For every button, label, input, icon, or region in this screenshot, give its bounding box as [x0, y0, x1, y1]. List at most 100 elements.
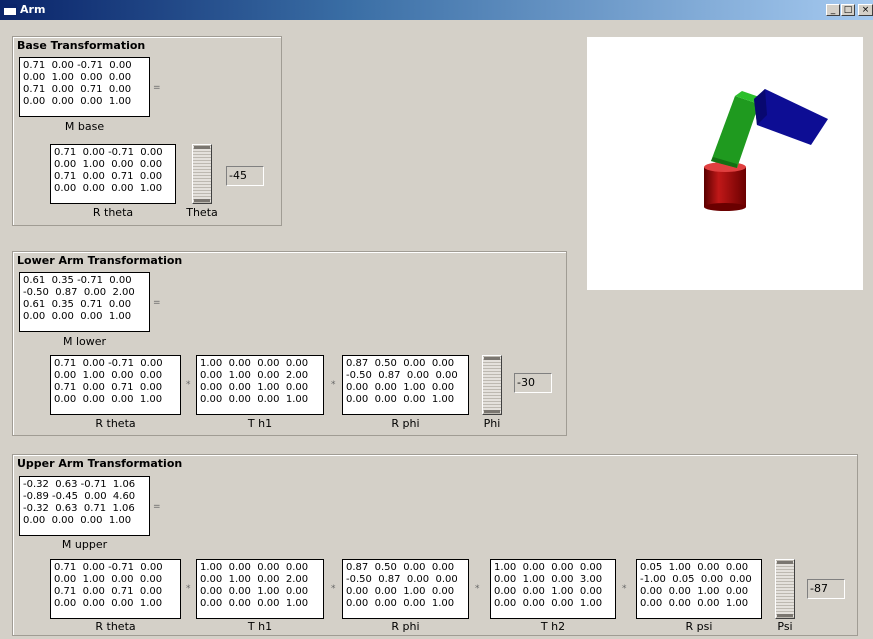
matrix-row: 0.00 0.00 0.00 1.00 [54, 598, 163, 609]
lower-panel-title: Lower Arm Transformation [17, 254, 183, 267]
matrix-row: 0.00 0.00 1.00 0.00 [640, 586, 749, 597]
matrix-row: 0.00 0.00 1.00 0.00 [494, 586, 603, 597]
multiply-sign: * [331, 380, 336, 390]
multiply-sign: * [475, 584, 480, 594]
base-panel-title: Base Transformation [17, 39, 146, 52]
equals-sign: = [153, 502, 161, 512]
r-phi-label: R phi [391, 620, 420, 633]
matrix-row: 0.61 0.35 0.71 0.00 [23, 299, 132, 310]
r-theta-label: R theta [95, 620, 136, 633]
matrix-row: 0.00 1.00 0.00 3.00 [494, 574, 603, 585]
r-phi-matrix: 0.87 0.50 0.00 0.00 -0.50 0.87 0.00 0.00 0… [342, 355, 469, 415]
matrix-row: 0.00 0.00 0.00 1.00 [23, 515, 132, 526]
t-h1-matrix: 1.00 0.00 0.00 0.00 0.00 1.00 0.00 2.00 0.… [196, 355, 324, 415]
m-upper-matrix: -0.32 0.63 -0.71 1.06 -0.89 -0.45 0.00 4.… [19, 476, 150, 536]
matrix-row: 0.00 0.00 0.00 1.00 [200, 394, 309, 405]
r-phi-matrix: 0.87 0.50 0.00 0.00 -0.50 0.87 0.00 0.00 0… [342, 559, 469, 619]
matrix-row: -0.32 0.63 0.71 1.06 [23, 503, 135, 514]
base-cylinder [704, 162, 746, 211]
matrix-row: 0.00 0.00 0.00 1.00 [346, 598, 455, 609]
matrix-row: 0.87 0.50 0.00 0.00 [346, 358, 455, 369]
m-base-matrix: 0.71 0.00 -0.71 0.00 0.00 1.00 0.00 0.00 0… [19, 57, 150, 117]
matrix-row: 0.00 0.00 0.00 1.00 [200, 598, 309, 609]
matrix-row: 0.00 0.00 0.00 1.00 [54, 183, 163, 194]
matrix-row: 0.00 0.00 1.00 0.00 [200, 586, 309, 597]
r-phi-label: R phi [391, 417, 420, 430]
psi-slider-label: Psi [777, 620, 793, 633]
matrix-row: 0.00 0.00 0.00 1.00 [640, 598, 749, 609]
t-h1-matrix: 1.00 0.00 0.00 0.00 0.00 1.00 0.00 2.00 0.… [196, 559, 324, 619]
base-transformation-panel: Base Transformation 0.71 0.00 -0.71 0.00… [12, 36, 282, 226]
matrix-row: 0.00 0.00 0.00 1.00 [23, 96, 132, 107]
window-icon [3, 4, 17, 16]
matrix-row: 0.87 0.50 0.00 0.00 [346, 562, 455, 573]
r-theta-matrix: 0.71 0.00 -0.71 0.00 0.00 1.00 0.00 0.00 0… [50, 355, 181, 415]
matrix-row: 0.00 0.00 0.00 1.00 [346, 394, 455, 405]
matrix-row: -0.50 0.87 0.00 2.00 [23, 287, 135, 298]
matrix-row: 0.05 1.00 0.00 0.00 [640, 562, 749, 573]
window-title: Arm [20, 3, 46, 16]
r-psi-label: R psi [685, 620, 713, 633]
matrix-row: -0.32 0.63 -0.71 1.06 [23, 479, 136, 490]
matrix-row: 0.00 1.00 0.00 0.00 [54, 370, 163, 381]
matrix-row: 0.00 0.00 1.00 0.00 [346, 586, 455, 597]
matrix-row: 0.00 0.00 1.00 0.00 [200, 382, 309, 393]
upper-panel-title: Upper Arm Transformation [17, 457, 183, 470]
matrix-row: 0.71 0.00 -0.71 0.00 [54, 358, 163, 369]
multiply-sign: * [186, 380, 191, 390]
matrix-row: 0.71 0.00 0.71 0.00 [54, 586, 163, 597]
matrix-row: -1.00 0.05 0.00 0.00 [640, 574, 752, 585]
arm-render [704, 89, 828, 211]
equals-sign: = [153, 298, 161, 308]
upper-arm [754, 89, 828, 145]
matrix-row: 0.00 0.00 0.00 1.00 [494, 598, 603, 609]
matrix-row: 1.00 0.00 0.00 0.00 [494, 562, 603, 573]
theta-value-field[interactable]: -45 [226, 166, 264, 186]
multiply-sign: * [331, 584, 336, 594]
matrix-row: 0.00 1.00 0.00 2.00 [200, 370, 309, 381]
m-lower-matrix: 0.61 0.35 -0.71 0.00 -0.50 0.87 0.00 2.00… [19, 272, 150, 332]
t-h2-label: T h2 [540, 620, 566, 633]
phi-slider-label: Phi [483, 417, 501, 430]
matrix-row: 1.00 0.00 0.00 0.00 [200, 562, 309, 573]
upper-arm-transformation-panel: Upper Arm Transformation -0.32 0.63 -0.7… [12, 454, 858, 636]
r-theta-label: R theta [92, 206, 134, 219]
minimize-button[interactable]: _ [826, 4, 840, 16]
matrix-row: 0.00 0.00 0.00 1.00 [23, 311, 132, 322]
matrix-row: 1.00 0.00 0.00 0.00 [200, 358, 309, 369]
phi-value-field[interactable]: -30 [514, 373, 552, 393]
phi-slider[interactable] [482, 355, 502, 415]
t-h1-label: T h1 [247, 417, 273, 430]
matrix-row: 0.00 0.00 0.00 1.00 [54, 394, 163, 405]
lower-arm-transformation-panel: Lower Arm Transformation 0.61 0.35 -0.71… [12, 251, 567, 436]
matrix-row: -0.50 0.87 0.00 0.00 [346, 370, 458, 381]
t-h1-label: T h1 [247, 620, 273, 633]
theta-slider[interactable] [192, 144, 212, 204]
psi-value-field[interactable]: -87 [807, 579, 845, 599]
psi-slider[interactable] [775, 559, 795, 619]
matrix-row: 0.71 0.00 -0.71 0.00 [23, 60, 132, 71]
matrix-row: 0.71 0.00 0.71 0.00 [54, 382, 163, 393]
multiply-sign: * [186, 584, 191, 594]
matrix-row: -0.89 -0.45 0.00 4.60 [23, 491, 136, 502]
maximize-button[interactable]: □ [841, 4, 855, 16]
r-psi-matrix: 0.05 1.00 0.00 0.00 -1.00 0.05 0.00 0.00 0… [636, 559, 762, 619]
close-button[interactable]: × [858, 4, 873, 16]
matrix-row: 0.00 1.00 0.00 2.00 [200, 574, 309, 585]
arm-3d-viewport[interactable] [587, 37, 863, 290]
r-theta-matrix: 0.71 0.00 -0.71 0.00 0.00 1.00 0.00 0.00 0… [50, 144, 176, 204]
matrix-row: 0.71 0.00 0.71 0.00 [54, 171, 163, 182]
r-theta-label: R theta [95, 417, 136, 430]
m-base-label: M base [64, 120, 105, 133]
title-bar: Arm _ □ × [0, 0, 873, 20]
matrix-row: 0.71 0.00 -0.71 0.00 [54, 147, 163, 158]
theta-slider-label: Theta [186, 206, 218, 219]
equals-sign: = [153, 83, 161, 93]
matrix-row: 0.61 0.35 -0.71 0.00 [23, 275, 132, 286]
matrix-row: -0.50 0.87 0.00 0.00 [346, 574, 458, 585]
multiply-sign: * [622, 584, 627, 594]
matrix-row: 0.00 1.00 0.00 0.00 [54, 159, 163, 170]
m-upper-label: M upper [61, 538, 108, 551]
t-h2-matrix: 1.00 0.00 0.00 0.00 0.00 1.00 0.00 3.00 0.… [490, 559, 616, 619]
matrix-row: 0.00 1.00 0.00 0.00 [23, 72, 132, 83]
